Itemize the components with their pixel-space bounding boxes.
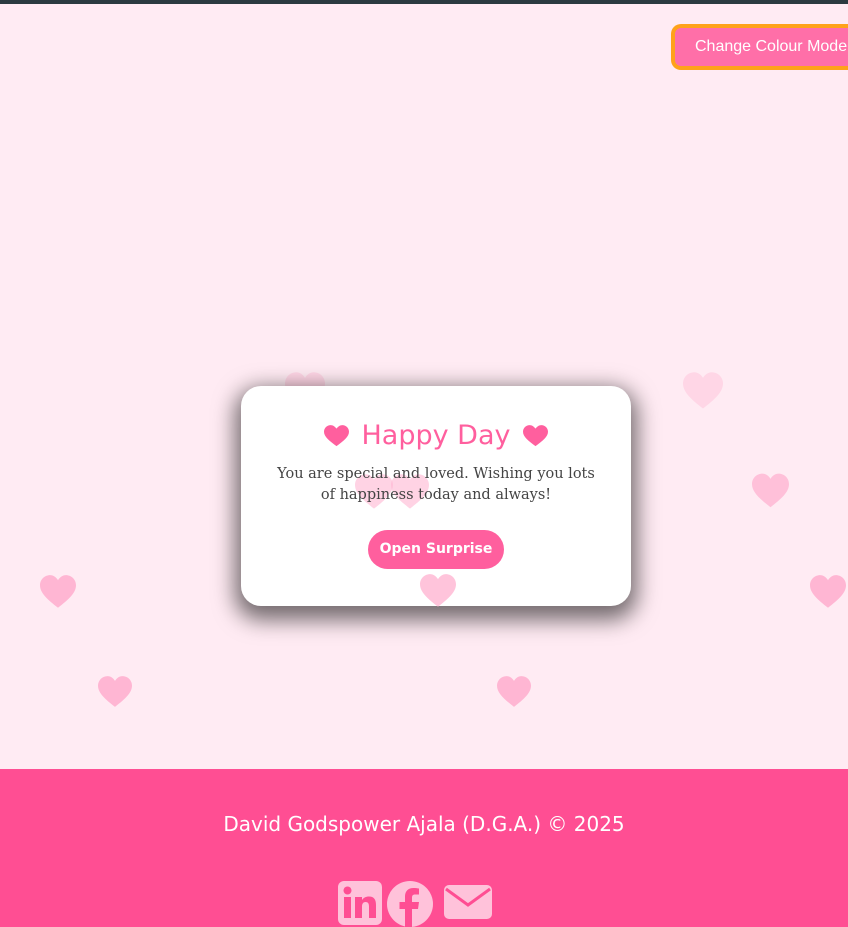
floating-heart-icon [497,676,531,707]
floating-heart-icon [98,676,132,707]
floating-heart-icon [40,575,76,608]
linkedin-icon [338,881,382,925]
envelope-icon [444,885,492,919]
facebook-icon [387,881,433,927]
facebook-link[interactable] [387,881,433,927]
card-title-row: Happy Day [241,418,631,454]
heart-icon [522,425,548,447]
card-title: Happy Day [361,420,511,451]
floating-heart-icon [810,575,846,608]
social-links [338,881,498,927]
heart-icon [324,425,350,447]
floating-heart-icon [683,372,723,409]
open-surprise-button[interactable]: Open Surprise [368,530,504,569]
greeting-card: Happy Day You are special and loved. Wis… [241,386,631,607]
floating-heart-icon [752,473,789,508]
linkedin-link[interactable] [338,881,382,925]
footer: David Godspower Ajala (D.G.A.) © 2025 [0,769,848,927]
floating-heart-icon [420,574,456,607]
card-message: You are special and loved. Wishing you l… [277,466,595,503]
change-colour-mode-button[interactable]: Change Colour Mode [671,24,848,70]
footer-credit: David Godspower Ajala (D.G.A.) © 2025 [223,812,625,836]
email-link[interactable] [444,881,492,921]
top-strip [0,0,848,4]
